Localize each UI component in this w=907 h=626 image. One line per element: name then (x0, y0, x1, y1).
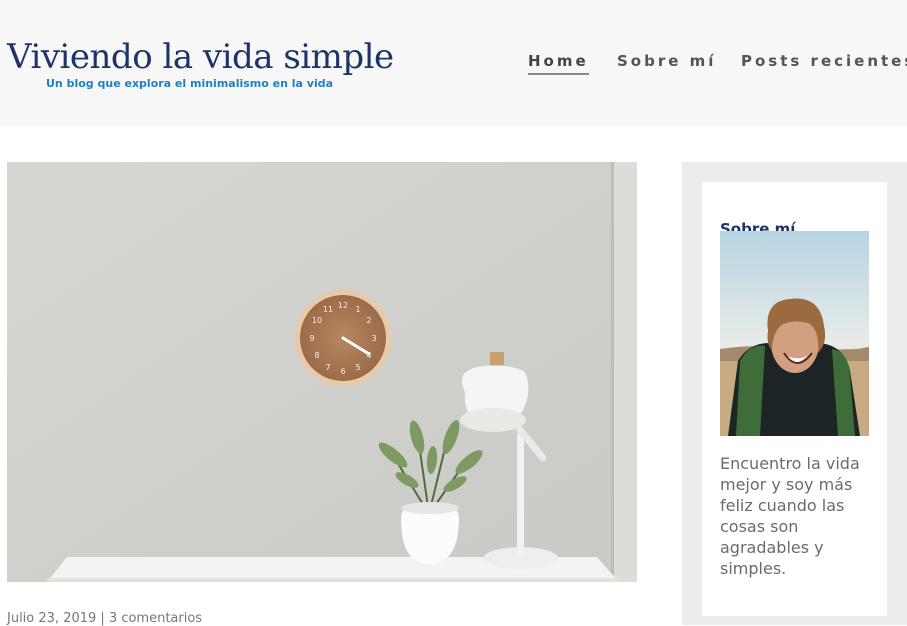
svg-text:9: 9 (309, 334, 314, 343)
clock-lamp-plant-photo: 12 1 2 3 4 5 6 7 8 9 10 11 (7, 162, 637, 582)
post-meta: Julio 23, 2019 | 3 comentarios (7, 611, 203, 626)
svg-text:7: 7 (325, 363, 330, 372)
site-tagline: Un blog que explora el minimalismo en la… (46, 77, 334, 90)
nav-about-link[interactable]: Sobre mí (617, 52, 716, 70)
smiling-man-photo (720, 231, 869, 436)
author-portrait (720, 231, 869, 436)
svg-text:10: 10 (312, 316, 322, 325)
nav-recent-posts-link[interactable]: Posts recientes (741, 52, 907, 70)
svg-text:12: 12 (338, 301, 348, 310)
svg-text:6: 6 (340, 367, 345, 376)
nav-home-link[interactable]: Home (528, 52, 589, 75)
svg-text:1: 1 (355, 305, 360, 314)
svg-text:11: 11 (323, 305, 333, 314)
svg-text:8: 8 (314, 351, 319, 360)
site-header: Viviendo la vida simple Un blog que expl… (0, 0, 907, 126)
site-title[interactable]: Viviendo la vida simple (7, 37, 394, 77)
post-featured-image[interactable]: 12 1 2 3 4 5 6 7 8 9 10 11 (7, 162, 637, 582)
svg-text:3: 3 (371, 334, 376, 343)
author-bio: Encuentro la vida mejor y soy más feliz … (720, 454, 860, 578)
svg-text:5: 5 (355, 363, 360, 372)
svg-text:2: 2 (366, 316, 371, 325)
